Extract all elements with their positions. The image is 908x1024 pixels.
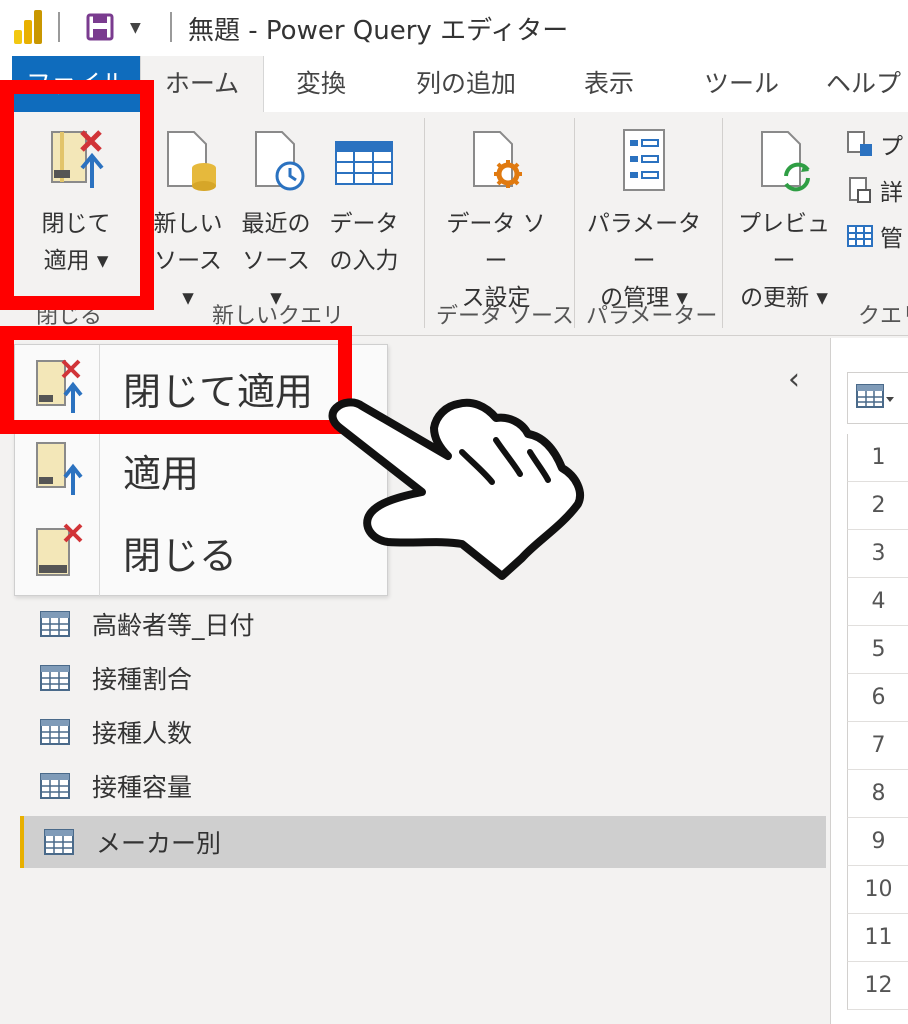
chevron-left-icon[interactable]: ‹	[788, 362, 800, 397]
properties-button[interactable]: プ	[846, 126, 903, 162]
enter-data-icon	[335, 141, 393, 185]
table-icon	[40, 773, 70, 799]
group-label-parameters: パラメーター	[586, 304, 718, 329]
tab-tools[interactable]: ツール	[704, 56, 779, 112]
row-number: 3	[847, 530, 908, 578]
group-divider	[574, 118, 575, 328]
close-icon	[36, 523, 83, 576]
table-icon	[40, 719, 70, 745]
new-source-icon	[167, 131, 216, 191]
window-title: 無題 - Power Query エディター	[188, 16, 569, 46]
group-label-data-source: データ ソース	[436, 304, 574, 329]
divider	[170, 12, 172, 42]
query-name: 接種人数	[92, 719, 193, 748]
refresh-preview-button[interactable]: プレビュー の更新 ▾	[728, 112, 840, 311]
menu-item-label: 適用	[123, 452, 200, 496]
row-number: 7	[847, 722, 908, 770]
row-number: 8	[847, 770, 908, 818]
highlight-box-ribbon-button	[0, 80, 154, 310]
query-name: メーカー別	[96, 829, 222, 858]
advanced-editor-button[interactable]: 詳	[846, 172, 903, 208]
manage-parameters-icon	[623, 129, 665, 191]
manage-icon	[847, 225, 873, 247]
tab-transform[interactable]: 変換	[296, 56, 346, 112]
table-menu-icon	[856, 384, 894, 408]
properties-icon	[847, 131, 872, 156]
query-name: 高齢者等_日付	[92, 611, 255, 640]
enter-data-label: データ の入力	[329, 211, 399, 274]
title-bar: ▼ 無題 - Power Query エディター	[0, 0, 908, 56]
query-name: 接種割合	[92, 665, 193, 694]
apply-icon	[36, 442, 83, 495]
row-number: 1	[847, 434, 908, 482]
group-divider	[722, 118, 723, 328]
row-number: 2	[847, 482, 908, 530]
query-item[interactable]: 接種人数	[20, 706, 826, 758]
tab-home[interactable]: ホーム	[140, 56, 264, 112]
query-item-selected[interactable]: メーカー別	[20, 816, 826, 868]
query-item[interactable]: 接種容量	[20, 760, 826, 812]
row-number: 5	[847, 626, 908, 674]
advanced-editor-icon	[849, 177, 871, 203]
group-divider	[424, 118, 425, 328]
row-number: 6	[847, 674, 908, 722]
advanced-editor-label: 詳	[880, 180, 903, 206]
data-source-settings-icon	[473, 131, 522, 188]
row-number: 4	[847, 578, 908, 626]
manage-button[interactable]: 管	[846, 218, 903, 254]
query-item[interactable]: 高齢者等_日付	[20, 598, 826, 650]
tab-help[interactable]: ヘルプ	[826, 56, 901, 112]
table-icon	[44, 829, 74, 855]
row-number: 10	[847, 866, 908, 914]
enter-data-button[interactable]: データ の入力	[322, 112, 406, 288]
recent-sources-icon	[255, 131, 305, 191]
properties-label: プ	[880, 134, 903, 160]
tab-add-column[interactable]: 列の追加	[416, 56, 516, 112]
save-icon[interactable]	[86, 13, 114, 41]
refresh-preview-icon	[761, 131, 810, 192]
pointing-hand-icon	[328, 398, 584, 580]
query-item[interactable]: 接種割合	[20, 652, 826, 704]
data-grid: 1 2 3 4 5 6 7 8 9 10 11 12	[830, 338, 908, 1024]
manage-parameters-button[interactable]: パラメーター の管理 ▾	[582, 112, 706, 311]
row-number: 9	[847, 818, 908, 866]
query-name: 接種容量	[92, 773, 193, 802]
row-number: 11	[847, 914, 908, 962]
data-source-settings-button[interactable]: データ ソー ス設定	[436, 112, 556, 311]
table-icon	[40, 665, 70, 691]
new-source-button[interactable]: 新しい ソース ▾	[148, 112, 228, 311]
recent-sources-button[interactable]: 最近の ソース ▾	[234, 112, 318, 311]
chevron-down-icon[interactable]: ▼	[130, 20, 141, 36]
table-icon	[40, 611, 70, 637]
divider	[58, 12, 60, 42]
refresh-preview-label: プレビュー の更新 ▾	[738, 211, 830, 311]
manage-label: 管	[880, 226, 903, 252]
tab-view[interactable]: 表示	[584, 56, 634, 112]
row-number: 12	[847, 962, 908, 1010]
power-bi-logo-icon	[14, 10, 44, 44]
group-label-query: クエリ	[858, 304, 908, 329]
highlight-box-menu-item	[0, 326, 352, 434]
table-menu-button[interactable]	[847, 372, 908, 424]
menu-item-label: 閉じる	[123, 534, 238, 578]
